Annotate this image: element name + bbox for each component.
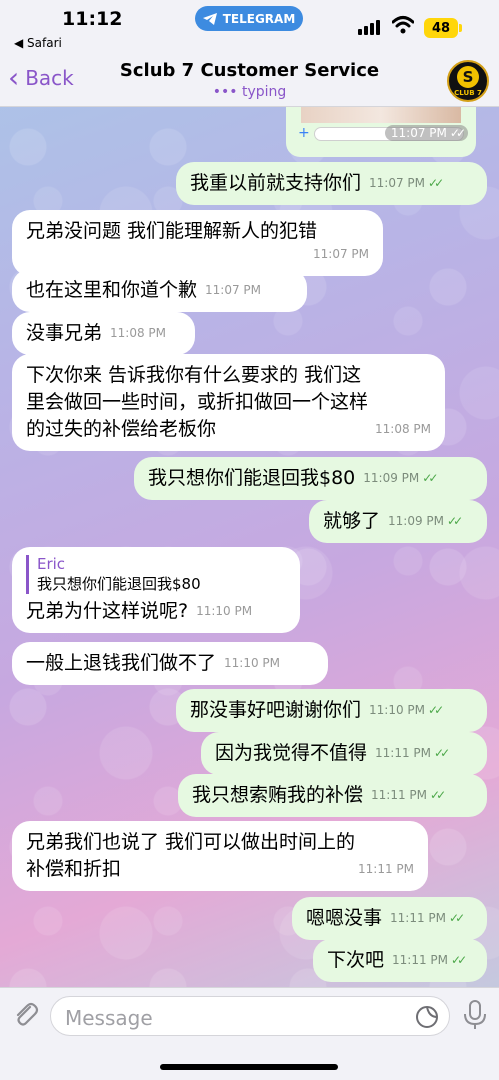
message-time: 11:10 PM ✓✓ [369,697,444,724]
double-check-icon: ✓✓ [451,953,467,967]
message-text: 我重以前就支持你们 [190,172,362,194]
outgoing-message[interactable]: 我重以前就支持你们 11:07 PM ✓✓ [176,162,487,205]
message-time-label: 11:11 PM [392,953,449,967]
message-text-line: 的过失的补偿给老板你 [26,418,217,440]
message-text: 那没事好吧谢谢你们 [190,699,362,721]
preview-time-label: 11:07 PM [390,126,447,140]
double-check-icon: ✓✓ [449,911,465,925]
message-time-label: 11:11 PM [375,746,432,760]
double-check-icon: ✓✓ [430,788,446,802]
double-check-icon: ✓✓ [434,746,450,760]
preview-image [301,107,461,123]
message-text: 嗯嗯没事 [306,907,383,929]
outgoing-message[interactable]: 下次吧 11:11 PM ✓✓ [313,939,487,982]
message-time: 11:09 PM ✓✓ [388,508,463,535]
paperclip-icon[interactable] [10,999,40,1029]
wifi-icon [392,16,414,34]
message-time-label: 11:09 PM [388,514,445,528]
chat-title[interactable]: Sclub 7 Customer Service [0,60,499,81]
message-text-line: 兄弟我们也说了 我们可以做出时间上的 [26,831,356,853]
message-time-label: 11:09 PM [363,471,420,485]
message-list[interactable]: + 11:07 PM ✓✓ 我重以前就支持你们 11:07 PM ✓✓ 兄弟没问题 我… [0,107,499,987]
incoming-message[interactable]: 下次你来 告诉我你有什么要求的 我们这 里会做回一些时间，或折扣做回一个这样 的… [12,354,445,451]
message-text: 因为我觉得不值得 [215,742,368,764]
message-text-line: 下次你来 告诉我你有什么要求的 我们这 [26,364,362,386]
incoming-message[interactable]: 一般上退钱我们做不了 11:10 PM [12,642,328,685]
message-time: 11:08 PM [110,326,167,340]
battery-indicator: 48 [424,18,458,38]
double-check-icon: ✓✓ [447,514,463,528]
chat-header: ‹ Back Sclub 7 Customer Service ••• typi… [0,52,499,107]
double-check-icon: ✓✓ [428,703,444,717]
message-time: 11:11 PM ✓✓ [371,782,446,809]
message-time: 11:11 PM [358,862,414,876]
microphone-icon[interactable] [462,999,488,1031]
paper-plane-icon [202,12,217,25]
avatar-text: CLUB 7 [454,88,482,97]
cellular-signal-icon [358,20,380,35]
message-time: 11:07 PM [313,247,369,261]
plus-icon: + [298,125,310,141]
battery-tip [459,24,462,32]
message-time: 11:10 PM [196,604,253,618]
image-message-preview[interactable]: + 11:07 PM ✓✓ [286,107,476,157]
message-text-line: 里会做回一些时间，或折扣做回一个这样 [26,391,369,413]
status-bar: 11:12 ◀ Safari TELEGRAM 48 [0,0,499,52]
message-time: 11:08 PM [375,422,431,436]
outgoing-message[interactable]: 那没事好吧谢谢你们 11:10 PM ✓✓ [176,689,487,732]
message-time: 11:11 PM ✓✓ [375,740,450,767]
message-time: 11:11 PM ✓✓ [390,905,465,932]
status-time: 11:12 [62,8,123,30]
message-time: 11:09 PM ✓✓ [363,465,438,492]
incoming-message[interactable]: 兄弟没问题 我们能理解新人的犯错 11:07 PM [12,210,383,276]
avatar-letter: S [457,65,479,88]
incoming-message[interactable]: 也在这里和你道个歉 11:07 PM [12,269,307,312]
message-time: 11:07 PM ✓✓ [369,170,444,197]
message-time: 11:07 PM ✓✓ [384,125,468,141]
incoming-message[interactable]: 没事兄弟 11:08 PM [12,312,195,355]
double-check-icon: ✓✓ [449,126,466,140]
message-text: 下次吧 [327,949,385,971]
message-time: 11:10 PM [224,656,281,670]
outgoing-message[interactable]: 嗯嗯没事 11:11 PM ✓✓ [292,897,487,940]
double-check-icon: ✓✓ [428,176,444,190]
message-time-label: 11:11 PM [390,911,447,925]
telegram-pill[interactable]: TELEGRAM [195,6,303,31]
double-check-icon: ✓✓ [422,471,438,485]
message-time-label: 11:10 PM [369,703,426,717]
message-time-label: 11:11 PM [371,788,428,802]
reply-text: 我只想你们能退回我$80 [37,575,201,593]
outgoing-message[interactable]: 因为我觉得不值得 11:11 PM ✓✓ [201,732,487,775]
back-to-safari-link[interactable]: ◀ Safari [14,36,62,50]
message-text: 兄弟为什这样说呢? [26,600,189,622]
telegram-pill-label: TELEGRAM [222,11,296,26]
message-text: 就够了 [323,510,381,532]
message-time: 11:11 PM ✓✓ [392,947,467,974]
outgoing-message[interactable]: 我只想你们能退回我$80 11:09 PM ✓✓ [134,457,487,500]
sticker-icon[interactable] [415,1005,439,1029]
message-placeholder: Message [65,1006,153,1030]
message-text: 一般上退钱我们做不了 [26,652,217,674]
message-text: 也在这里和你道个歉 [26,279,198,301]
message-input[interactable]: Message [50,996,450,1036]
reply-author: Eric [37,555,66,573]
message-text: 我只想你们能退回我$80 [148,467,356,489]
typing-dots-icon: ••• [212,84,238,100]
message-text-line: 补偿和折扣 [26,858,122,880]
chat-avatar[interactable]: S CLUB 7 [447,60,489,102]
typing-status: ••• typing [0,84,499,100]
message-text: 我只想索贿我的补偿 [192,784,364,806]
message-time: 11:07 PM [205,283,262,297]
message-text: 没事兄弟 [26,322,103,344]
incoming-message[interactable]: 兄弟我们也说了 我们可以做出时间上的 补偿和折扣 11:11 PM [12,821,428,891]
incoming-message[interactable]: Eric 我只想你们能退回我$80 兄弟为什这样说呢? 11:10 PM [12,547,300,633]
outgoing-message[interactable]: 就够了 11:09 PM ✓✓ [309,500,487,543]
typing-label: typing [241,84,287,100]
outgoing-message[interactable]: 我只想索贿我的补偿 11:11 PM ✓✓ [178,774,487,817]
home-indicator [160,1064,338,1070]
reply-quote[interactable]: Eric 我只想你们能退回我$80 [26,555,286,594]
message-time-label: 11:07 PM [369,176,426,190]
